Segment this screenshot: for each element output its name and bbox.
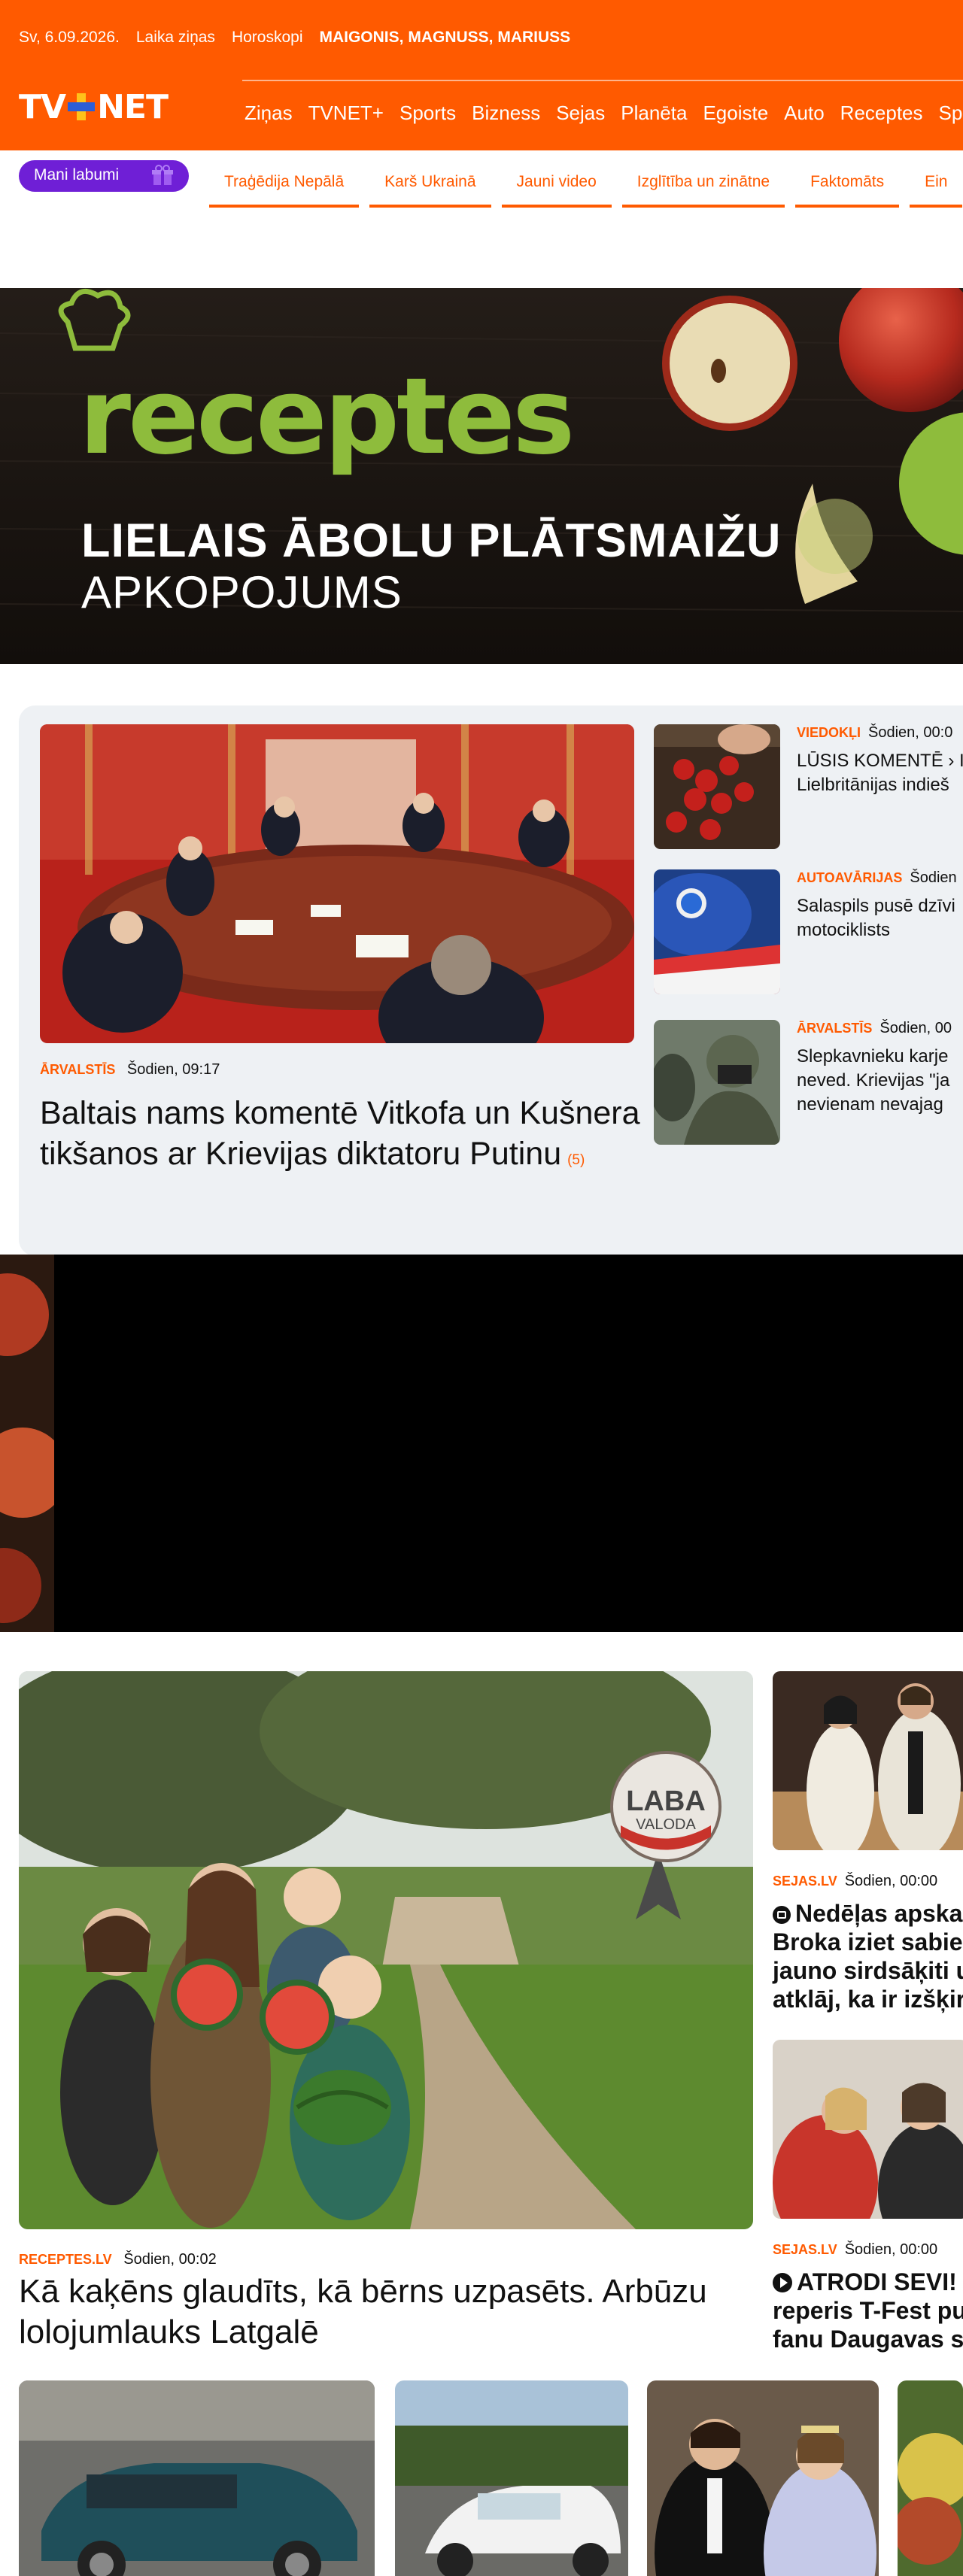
play-icon bbox=[773, 2273, 792, 2292]
nav-item-bizness[interactable]: Bizness bbox=[472, 102, 548, 125]
top-news-section: ĀRVALSTĪS Šodien, 09:17 Baltais nams kom… bbox=[19, 705, 963, 1256]
nav-item-planeta[interactable]: Planēta bbox=[621, 102, 695, 125]
topic-navigation: Traģēdija Nepālā Karš Ukrainā Jauni vide… bbox=[209, 150, 963, 208]
side-article-image[interactable] bbox=[654, 1020, 780, 1145]
timestamp: Šodien, 00:02 bbox=[123, 2251, 217, 2268]
timestamp: Šodien, 09:17 bbox=[126, 1061, 220, 1078]
category-label[interactable]: RECEPTES.LV bbox=[19, 2252, 112, 2267]
topic-jauni-video[interactable]: Jauni video bbox=[501, 150, 612, 208]
right-article-image[interactable] bbox=[773, 2040, 963, 2219]
nav-item-receptes[interactable]: Receptes bbox=[840, 102, 931, 125]
nav-item-auto[interactable]: Auto bbox=[784, 102, 833, 125]
tvnet-logo[interactable]: TV NET bbox=[19, 88, 169, 126]
gift-icon bbox=[152, 165, 173, 185]
topic-kars-ukraina[interactable]: Karš Ukrainā bbox=[369, 150, 491, 208]
topic-izglitiba[interactable]: Izglītība un zinātne bbox=[621, 150, 785, 208]
category-label[interactable]: VIEDOKĻI bbox=[797, 725, 861, 740]
timestamp: Šodien bbox=[910, 869, 957, 886]
side-article[interactable]: VIEDOKĻI Šodien, 00:0 LŪSIS KOMENTĒ › I Li… bbox=[654, 724, 963, 852]
nav-item-tvnet-plus[interactable]: TVNET+ bbox=[308, 102, 392, 125]
side-article-title[interactable]: Salaspils pusē dzīvi motociklists bbox=[797, 894, 963, 942]
comment-count[interactable]: (5) bbox=[567, 1152, 585, 1168]
side-article-text: ĀRVALSTĪS Šodien, 00 Slepkavnieku karje ne… bbox=[797, 1020, 963, 1117]
mani-labumi-label: Mani labumi bbox=[34, 166, 120, 184]
side-article-text: VIEDOKĻI Šodien, 00:0 LŪSIS KOMENTĒ › I Li… bbox=[797, 724, 963, 797]
video-ad-area[interactable] bbox=[0, 1255, 963, 1632]
nav-item-zinas[interactable]: Ziņas bbox=[245, 102, 301, 125]
main-article-image[interactable] bbox=[40, 724, 634, 1043]
category-label[interactable]: SEJAS.LV bbox=[773, 2242, 837, 2257]
top-bar: Sv, 6.09.2026. Laika ziņas Horoskopi MAI… bbox=[0, 0, 963, 75]
side-article-title[interactable]: Slepkavnieku karje neved. Krievijas "ja ne… bbox=[797, 1045, 963, 1117]
divider bbox=[242, 80, 963, 81]
current-date: Sv, 6.09.2026. bbox=[19, 29, 120, 46]
gallery-icon bbox=[773, 1906, 791, 1924]
topic-ein[interactable]: Ein bbox=[910, 150, 963, 208]
right-article-title[interactable]: Nedēļas apska Broka iziet sabied jauno s… bbox=[773, 1899, 963, 2013]
weather-link[interactable]: Laika ziņas bbox=[136, 29, 215, 47]
site-header: Sv, 6.09.2026. Laika ziņas Horoskopi MAI… bbox=[0, 0, 963, 150]
timestamp: Šodien, 00:0 bbox=[868, 724, 953, 741]
side-article-image[interactable] bbox=[654, 869, 780, 994]
main-navigation: Ziņas TVNET+ Sports Bizness Sejas Planēt… bbox=[245, 102, 963, 125]
plus-icon bbox=[68, 93, 96, 120]
side-article-title[interactable]: LŪSIS KOMENTĒ › I Lielbritānijas indieš bbox=[797, 749, 963, 797]
right-article-image[interactable] bbox=[773, 1671, 963, 1850]
nav-item-sports[interactable]: Sports bbox=[399, 102, 464, 125]
badge-text: LABA bbox=[626, 1786, 706, 1817]
receptes-banner[interactable]: receptes LIELAIS ĀBOLU PLĀTSMAIŽU APKOPO… bbox=[0, 288, 963, 664]
ad-edge-image bbox=[0, 1255, 54, 1632]
featured-article-image[interactable]: LABA VALODA bbox=[19, 1671, 753, 2229]
bottom-article-image[interactable] bbox=[395, 2380, 628, 2576]
category-label[interactable]: ĀRVALSTĪS bbox=[40, 1062, 115, 1077]
side-article[interactable]: ĀRVALSTĪS Šodien, 00 Slepkavnieku karje ne… bbox=[654, 1020, 963, 1148]
side-article[interactable]: AUTOAVĀRIJAS Šodien Salaspils pusē dzīvi m… bbox=[654, 869, 963, 997]
nav-item-sejas[interactable]: Sejas bbox=[556, 102, 613, 125]
timestamp: Šodien, 00:00 bbox=[844, 1873, 938, 1889]
bottom-article-image[interactable] bbox=[647, 2380, 879, 2576]
featured-article-meta: RECEPTES.LV Šodien, 00:02 bbox=[19, 2251, 217, 2268]
mani-labumi-button[interactable]: Mani labumi bbox=[19, 160, 189, 192]
nav-item-egoiste[interactable]: Egoiste bbox=[703, 102, 776, 125]
category-label[interactable]: ĀRVALSTĪS bbox=[797, 1021, 872, 1036]
nav-item-spok[interactable]: Spok bbox=[939, 102, 963, 125]
badge-text: VALODA bbox=[636, 1816, 696, 1833]
category-label[interactable]: SEJAS.LV bbox=[773, 1874, 837, 1889]
timestamp: Šodien, 00 bbox=[879, 1020, 952, 1036]
horoscope-link[interactable]: Horoskopi bbox=[232, 29, 303, 47]
topic-tragedija-nepala[interactable]: Traģēdija Nepālā bbox=[209, 150, 360, 208]
topic-faktomats[interactable]: Faktomāts bbox=[795, 150, 900, 208]
main-article-title[interactable]: Baltais nams komentē Vitkofa un Kušnera … bbox=[40, 1093, 642, 1181]
featured-article-title[interactable]: Kā kaķēns glaudīts, kā bērns uzpasēts. A… bbox=[19, 2271, 771, 2353]
right-article[interactable]: SEJAS.LV Šodien, 00:00 Nedēļas apska Brok… bbox=[773, 1671, 963, 2013]
category-label[interactable]: AUTOAVĀRIJAS bbox=[797, 870, 902, 885]
namedays: MAIGONIS, MAGNUSS, MARIUSS bbox=[319, 29, 571, 46]
bottom-article-image[interactable] bbox=[898, 2380, 963, 2576]
right-article[interactable]: SEJAS.LV Šodien, 00:00 ATRODI SEVI! reper… bbox=[773, 2040, 963, 2353]
right-article-title[interactable]: ATRODI SEVI! reperis T-Fest pulc fanu Da… bbox=[773, 2268, 963, 2353]
banner-headline: LIELAIS ĀBOLU PLĀTSMAIŽU bbox=[81, 514, 782, 567]
side-article-image[interactable] bbox=[654, 724, 780, 849]
receptes-logo: receptes bbox=[79, 356, 575, 478]
timestamp: Šodien, 00:00 bbox=[844, 2241, 938, 2258]
main-article-meta: ĀRVALSTĪS Šodien, 09:17 bbox=[40, 1061, 220, 1079]
banner-subheadline: APKOPOJUMS bbox=[81, 567, 403, 617]
side-article-text: AUTOAVĀRIJAS Šodien Salaspils pusē dzīvi m… bbox=[797, 869, 963, 942]
bottom-article-image[interactable] bbox=[19, 2380, 375, 2576]
